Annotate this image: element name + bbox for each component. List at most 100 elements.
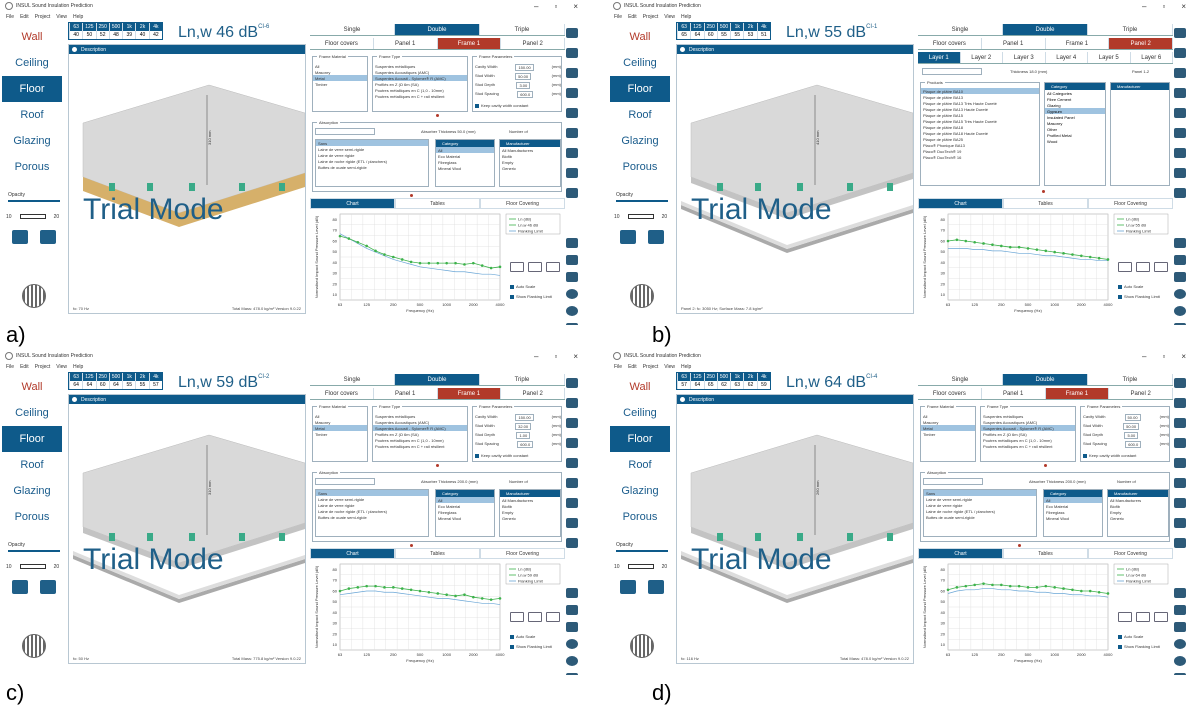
pdf-icon[interactable] — [566, 478, 578, 488]
manufacturer-item[interactable]: Generic — [500, 515, 560, 521]
nav-ceiling[interactable]: Ceiling — [610, 400, 670, 426]
menu-view[interactable]: View — [56, 364, 67, 370]
menu-edit[interactable]: Edit — [628, 364, 637, 370]
chart-icon[interactable] — [566, 272, 578, 282]
tab-single[interactable]: Single — [918, 24, 1003, 35]
info-icon[interactable] — [1174, 656, 1186, 666]
absorber-thickness[interactable]: Absorber Thickness 200.0 (mm) — [1029, 479, 1086, 484]
clipboard-icon[interactable] — [1174, 673, 1186, 675]
subtab-panel-1[interactable]: Panel 1 — [374, 388, 438, 399]
pdf-icon[interactable] — [1174, 128, 1186, 138]
chart-export-icon[interactable] — [546, 612, 560, 622]
folder-icon[interactable] — [1174, 88, 1186, 98]
close-button[interactable]: × — [573, 2, 578, 11]
tab-double[interactable]: Double — [1003, 24, 1088, 35]
menu-project[interactable]: Project — [35, 364, 51, 370]
chart-icon[interactable] — [1174, 272, 1186, 282]
close-button[interactable]: × — [1181, 352, 1186, 361]
help-icon[interactable] — [1174, 289, 1186, 299]
tools-icon[interactable] — [566, 605, 578, 615]
view-left-icon[interactable] — [620, 580, 636, 594]
view-weight-icon[interactable] — [648, 230, 664, 244]
3d-viewport[interactable]: Description 310 mm Trial Mode fo: 50 Hz Tota… — [68, 394, 306, 664]
absorber-thickness[interactable]: Absorber Thickness 50.0 (mm) — [421, 129, 476, 134]
menu-help[interactable]: Help — [73, 14, 83, 20]
chart-tab-floor-covering[interactable]: Floor Covering — [1088, 548, 1173, 559]
subtab-panel-1[interactable]: Panel 1 — [374, 38, 438, 49]
play-icon[interactable] — [1174, 378, 1186, 388]
nav-roof[interactable]: Roof — [2, 102, 62, 128]
settings-icon[interactable] — [566, 148, 578, 158]
auto-scale-checkbox[interactable]: Auto Scale — [1118, 634, 1143, 639]
3d-viewport[interactable]: Description 260 mm Trial Mode fo: 116 Hz Tot… — [676, 394, 914, 664]
category-header[interactable]: Category — [1044, 490, 1102, 497]
layer-tab[interactable]: Layer 1 — [918, 52, 961, 63]
view-left-icon[interactable] — [12, 580, 28, 594]
chart-tab-chart[interactable]: Chart — [310, 548, 395, 559]
category-header[interactable]: Category — [1045, 83, 1105, 90]
tab-single[interactable]: Single — [310, 374, 395, 385]
refresh-icon[interactable] — [1174, 48, 1186, 58]
info-icon[interactable] — [566, 306, 578, 316]
manufacturer-item[interactable]: Generic — [1108, 515, 1168, 521]
product-item[interactable]: Placo® DuoTech® 16 — [921, 154, 1039, 160]
subtab-floor-covers[interactable]: Floor covers — [918, 38, 982, 49]
product-item[interactable]: Buttes de ouate semi-rigide — [316, 514, 428, 520]
view-weight-icon[interactable] — [40, 230, 56, 244]
menu-file[interactable]: File — [6, 14, 14, 20]
folder-icon[interactable] — [1174, 438, 1186, 448]
nav-porous[interactable]: Porous — [610, 154, 670, 180]
show-flanking-checkbox[interactable]: Show Flanking Limit — [510, 644, 552, 649]
view-left-icon[interactable] — [620, 230, 636, 244]
help-icon[interactable] — [566, 289, 578, 299]
nav-glazing[interactable]: Glazing — [2, 128, 62, 154]
search-input[interactable] — [923, 478, 983, 485]
opacity-slider[interactable] — [616, 550, 668, 552]
save-icon[interactable] — [566, 68, 578, 78]
nav-wall[interactable]: Wall — [2, 374, 62, 400]
category-header[interactable]: Category — [436, 490, 494, 497]
chart-tab-floor-covering[interactable]: Floor Covering — [480, 198, 565, 209]
tools-icon[interactable] — [566, 255, 578, 265]
calculator-icon[interactable] — [1174, 588, 1186, 598]
nav-ceiling[interactable]: Ceiling — [2, 50, 62, 76]
refresh-icon[interactable] — [566, 48, 578, 58]
category-item[interactable]: Mineral Wool — [436, 165, 494, 171]
tab-double[interactable]: Double — [395, 374, 480, 385]
subtab-floor-covers[interactable]: Floor covers — [310, 38, 374, 49]
print-icon[interactable] — [1174, 108, 1186, 118]
nav-porous[interactable]: Porous — [2, 154, 62, 180]
maximize-button[interactable]: ▫ — [554, 2, 557, 11]
chart-zoom-icon[interactable] — [1118, 262, 1132, 272]
chart-tab-chart[interactable]: Chart — [310, 198, 395, 209]
auto-scale-checkbox[interactable]: Auto Scale — [1118, 284, 1143, 289]
show-flanking-checkbox[interactable]: Show Flanking Limit — [1118, 294, 1160, 299]
manufacturer-header[interactable]: Manufacturer — [500, 140, 560, 147]
nav-ceiling[interactable]: Ceiling — [610, 50, 670, 76]
nav-porous[interactable]: Porous — [610, 504, 670, 530]
nav-floor[interactable]: Floor — [2, 76, 62, 102]
view-left-icon[interactable] — [12, 230, 28, 244]
range-bar[interactable] — [19, 564, 46, 569]
nav-wall[interactable]: Wall — [610, 374, 670, 400]
chart-export-icon[interactable] — [1154, 262, 1168, 272]
nav-wall[interactable]: Wall — [2, 24, 62, 50]
view-weight-icon[interactable] — [648, 580, 664, 594]
tab-triple[interactable]: Triple — [1088, 374, 1173, 385]
chart-tab-floor-covering[interactable]: Floor Covering — [480, 548, 565, 559]
layers-icon[interactable] — [566, 188, 578, 198]
calculator-icon[interactable] — [566, 238, 578, 248]
nav-porous[interactable]: Porous — [2, 504, 62, 530]
minimize-button[interactable]: – — [534, 2, 538, 11]
search-input[interactable] — [315, 128, 375, 135]
frame-type-item[interactable]: Poutres métalliques en C + rail résilien… — [373, 93, 467, 99]
tab-triple[interactable]: Triple — [1088, 24, 1173, 35]
settings-icon[interactable] — [1174, 498, 1186, 508]
view-weight-icon[interactable] — [40, 580, 56, 594]
nav-wall[interactable]: Wall — [610, 24, 670, 50]
menu-view[interactable]: View — [664, 364, 675, 370]
menu-project[interactable]: Project — [643, 14, 659, 20]
nav-glazing[interactable]: Glazing — [610, 478, 670, 504]
nav-roof[interactable]: Roof — [2, 452, 62, 478]
subtab-floor-covers[interactable]: Floor covers — [310, 388, 374, 399]
